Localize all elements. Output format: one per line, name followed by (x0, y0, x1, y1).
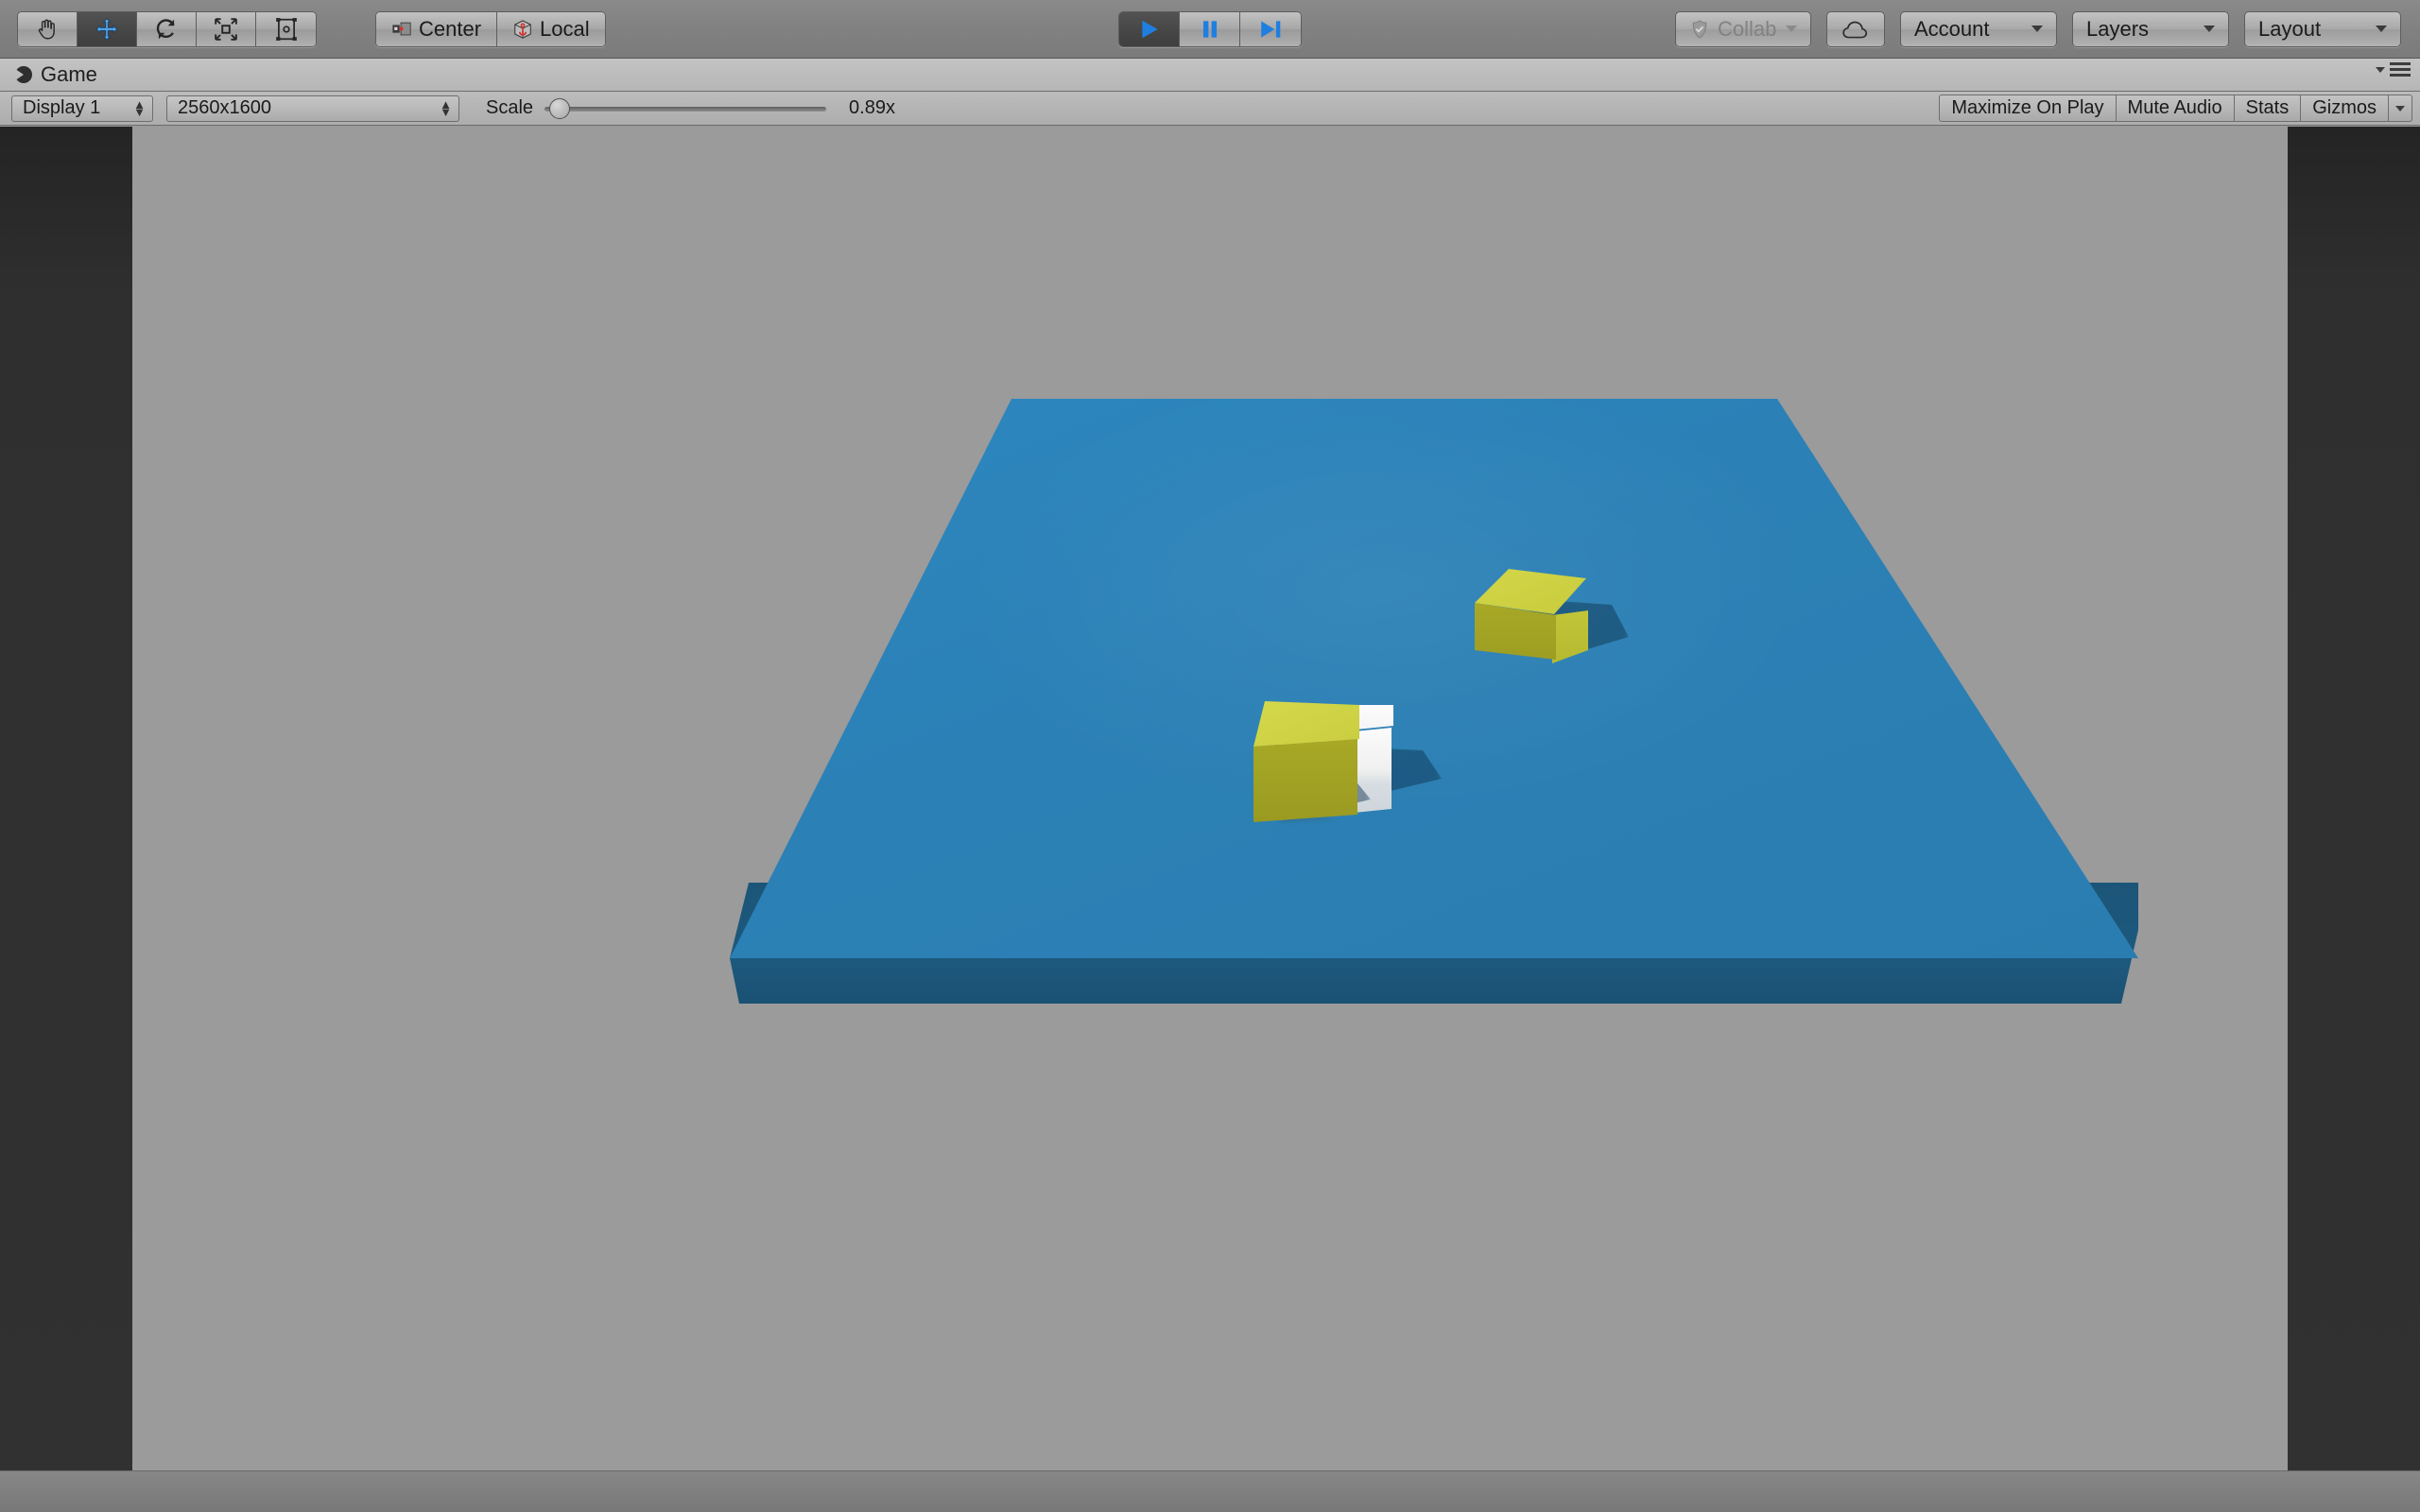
gizmos-dropdown-button[interactable] (2388, 94, 2412, 122)
scale-label: Scale (486, 97, 534, 118)
pivot-handle-group: Center Local (375, 10, 606, 47)
rendered-scene[interactable] (132, 127, 2288, 1495)
game-viewport[interactable] (0, 127, 2420, 1512)
pivot-mode-label: Center (419, 16, 482, 41)
rect-tool-button[interactable] (256, 11, 316, 46)
maximize-on-play-label: Maximize On Play (1951, 97, 2104, 118)
game-panel: Game Display 1 ▲ ▼ 2560x1600 ▲ ▼ Scale 0.8… (0, 59, 2420, 1512)
rotate-icon (156, 18, 175, 39)
game-view-toolbar: Display 1 ▲ ▼ 2560x1600 ▲ ▼ Scale 0.89x Ma… (0, 92, 2420, 126)
account-caret-icon (2031, 26, 2043, 32)
layout-caret-icon (2376, 26, 2387, 32)
stats-button[interactable]: Stats (2233, 94, 2301, 122)
updown-arrows-icon: ▲ ▼ (440, 96, 452, 119)
game-view-icon (15, 66, 32, 83)
panel-context-menu-button[interactable] (2376, 62, 2411, 77)
tab-game[interactable]: Game (0, 59, 111, 91)
collab-button[interactable]: Collab (1675, 10, 1811, 47)
letterbox-left (0, 127, 132, 1512)
move-icon (95, 17, 118, 41)
playback-controls-group (1118, 10, 1302, 47)
stats-label: Stats (2245, 97, 2290, 118)
cube-near-yellow[interactable] (1253, 701, 1367, 822)
pause-button[interactable] (1180, 11, 1240, 46)
hand-tool-button[interactable] (18, 11, 78, 46)
rotate-tool-button[interactable] (137, 11, 197, 46)
layout-label: Layout (2258, 16, 2322, 41)
local-space-icon (514, 19, 531, 39)
maximize-on-play-button[interactable]: Maximize On Play (1939, 94, 2116, 122)
panel-tab-row: Game (0, 59, 2420, 92)
layers-button[interactable]: Layers (2072, 10, 2229, 47)
layout-button[interactable]: Layout (2244, 10, 2401, 47)
scale-slider-handle[interactable] (549, 97, 571, 119)
scale-tool-button[interactable] (197, 11, 256, 46)
gizmos-label: Gizmos (2312, 97, 2377, 118)
step-icon (1261, 20, 1281, 38)
collab-label: Collab (1718, 16, 1777, 41)
move-tool-button[interactable] (78, 11, 137, 46)
scale-slider-track (544, 106, 827, 112)
updown-arrows-icon: ▲ ▼ (133, 96, 146, 119)
scale-value-label: 0.89x (849, 97, 895, 118)
cloud-icon (1842, 21, 1868, 38)
scale-slider[interactable] (544, 97, 827, 119)
letterbox-right (2288, 127, 2420, 1512)
collab-caret-icon (1786, 26, 1798, 32)
pivot-mode-button[interactable]: Center (376, 11, 498, 46)
status-bar (0, 1470, 2420, 1512)
play-icon (1141, 20, 1158, 38)
center-pivot-icon (392, 22, 411, 35)
main-toolbar: Center Local Collab Account Layers Layou… (0, 0, 2420, 59)
cloud-button[interactable] (1826, 10, 1885, 47)
layers-label: Layers (2086, 16, 2150, 41)
play-button[interactable] (1119, 11, 1180, 46)
resolution-dropdown-label: 2560x1600 (178, 97, 271, 118)
toolbar-right-group: Collab Account Layers Layout (1675, 10, 2401, 47)
hamburger-menu-icon (2390, 62, 2411, 77)
mute-audio-button[interactable]: Mute Audio (2115, 94, 2234, 122)
chevron-down-icon (2395, 105, 2405, 112)
handle-space-button[interactable]: Local (497, 11, 605, 46)
hand-icon (38, 19, 55, 39)
chevron-down-icon (2376, 66, 2385, 73)
mute-audio-label: Mute Audio (2127, 97, 2222, 118)
resolution-dropdown[interactable]: 2560x1600 ▲ ▼ (166, 94, 459, 122)
ground-plane-top (730, 399, 2138, 958)
scale-icon (215, 17, 237, 41)
collab-check-icon (1692, 19, 1707, 39)
cube-face-front (1253, 739, 1357, 822)
cube-face-side (1552, 610, 1588, 663)
account-button[interactable]: Account (1900, 10, 2057, 47)
cube-face-top (1253, 701, 1359, 747)
game-view-toggles: Maximize On Play Mute Audio Stats Gizmos (1939, 94, 2412, 122)
account-label: Account (1914, 16, 1990, 41)
step-button[interactable] (1240, 11, 1301, 46)
transform-tools-group (17, 10, 317, 47)
pause-icon (1202, 20, 1217, 38)
layers-caret-icon (2204, 26, 2215, 32)
tab-game-label: Game (41, 62, 97, 86)
scale-control: Scale 0.89x (486, 97, 895, 119)
display-dropdown-label: Display 1 (23, 97, 101, 118)
cube-far-yellow[interactable] (1475, 569, 1588, 663)
handle-space-label: Local (540, 16, 590, 41)
rect-icon (275, 17, 297, 41)
gizmos-button[interactable]: Gizmos (2300, 94, 2388, 122)
display-dropdown[interactable]: Display 1 ▲ ▼ (11, 94, 153, 122)
